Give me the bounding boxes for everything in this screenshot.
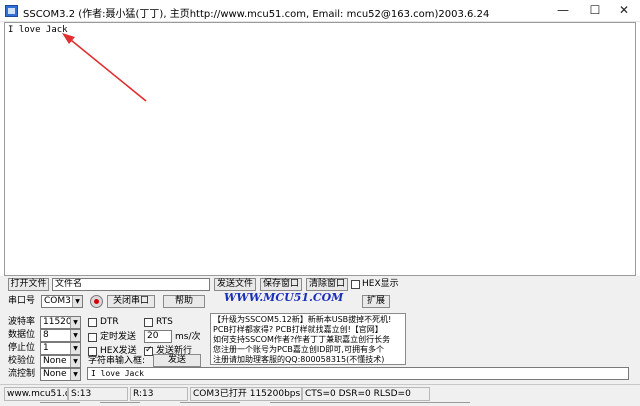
interval-input[interactable]: 20 [144, 330, 172, 343]
sscom-app-icon [5, 5, 18, 17]
stopbits-select[interactable]: 1 ▼ [40, 342, 81, 355]
databits-label: 数据位 [8, 330, 36, 340]
notice-line: PCB打样都家得? PCB打样就找嘉立创!【官网】 [213, 325, 383, 334]
close-port-button[interactable]: 关闭串口 [107, 295, 155, 308]
ghost-segment [40, 402, 80, 406]
port-select[interactable]: COM3 ▼ [41, 295, 83, 308]
received-text: I love Jack [8, 25, 68, 35]
hex-display-checkbox[interactable] [351, 280, 360, 289]
notice-line: 注册请加助理客服的QQ:800058315(不懂技术) [213, 355, 385, 364]
receive-area[interactable]: I love Jack [4, 22, 636, 276]
parity-value: None [43, 356, 67, 366]
ghost-segment [180, 402, 240, 406]
baud-label: 波特率 [8, 317, 36, 327]
parity-label: 校验位 [8, 356, 36, 366]
notice-line: 如何支持SSCOM作者?作者丁丁兼职嘉立创行长务 [213, 335, 391, 344]
flow-value: None [43, 369, 67, 379]
flow-label: 流控制 [8, 369, 36, 379]
notice-box: 【升级为SSCOM5.12新】新新本USB拔掉不死机! PCB打样都家得? PC… [210, 313, 406, 365]
open-file-button[interactable]: 打开文件 [8, 278, 49, 291]
dtr-checkbox[interactable] [88, 318, 97, 327]
chevron-down-icon: ▼ [70, 356, 80, 367]
notice-line: 您注册一个账号为PCB嘉立创ID即可,可拥有多个 [213, 345, 384, 354]
chevron-down-icon: ▼ [72, 296, 82, 307]
port-value: COM3 [44, 296, 71, 306]
dtr-label: DTR [100, 317, 119, 327]
control-panel: 打开文件 文件名 发送文件 保存窗口 清除窗口 HEX显示 串口号 COM3 ▼ … [0, 276, 640, 384]
minimize-button[interactable]: — [547, 0, 579, 22]
send-file-button[interactable]: 发送文件 [214, 278, 256, 291]
maximize-button[interactable]: ☐ [579, 0, 611, 22]
send-button[interactable]: 发送 [153, 354, 201, 367]
stopbits-value: 1 [43, 343, 49, 353]
timed-send-label: 定时发送 [100, 332, 137, 342]
hex-display-label: HEX显示 [362, 279, 399, 289]
status-port: COM3已打开 115200bps [190, 387, 302, 401]
notice-line: 【升级为SSCOM5.12新】新新本USB拔掉不死机! [213, 315, 392, 324]
chevron-down-icon: ▼ [70, 330, 80, 341]
parity-select[interactable]: None ▼ [40, 355, 81, 368]
status-received-count: R:13 [130, 387, 188, 401]
timed-send-checkbox[interactable] [88, 333, 97, 342]
help-button[interactable]: 帮助 [163, 295, 205, 308]
record-icon [90, 295, 103, 308]
status-sent-count: S:13 [68, 387, 128, 401]
status-site: www.mcu51.cor [4, 387, 68, 401]
flow-select[interactable]: None ▼ [40, 368, 81, 381]
databits-value: 8 [43, 330, 49, 340]
save-window-button[interactable]: 保存窗口 [260, 278, 302, 291]
window-title: SSCOM3.2 (作者:聂小猛(丁丁), 主页http://www.mcu51… [23, 9, 490, 20]
port-label: 串口号 [8, 296, 36, 306]
site-banner: WWW.MCU51.COM [224, 291, 344, 304]
stopbits-label: 停止位 [8, 343, 36, 353]
rts-checkbox[interactable] [144, 318, 153, 327]
expand-button[interactable]: 扩展 [362, 295, 390, 308]
interval-unit: ms/次 [175, 332, 201, 342]
close-button[interactable]: ✕ [608, 0, 640, 22]
title-bar: SSCOM3.2 (作者:聂小猛(丁丁), 主页http://www.mcu51… [0, 0, 640, 22]
clear-window-button[interactable]: 清除窗口 [306, 278, 348, 291]
status-bar: www.mcu51.cor S:13 R:13 COM3已打开 115200bp… [0, 384, 640, 406]
status-ghost-strip [40, 402, 490, 406]
chevron-down-icon: ▼ [70, 317, 80, 328]
send-input[interactable]: I love Jack [87, 367, 629, 380]
rts-label: RTS [156, 317, 173, 327]
baud-select[interactable]: 115200 ▼ [40, 316, 81, 329]
status-signals: CTS=0 DSR=0 RLSD=0 [302, 387, 430, 401]
filename-field[interactable]: 文件名 [52, 278, 210, 291]
chevron-down-icon: ▼ [70, 343, 80, 354]
ghost-segment [100, 402, 140, 406]
send-newline-checkbox[interactable] [144, 345, 153, 356]
ghost-segment [270, 402, 470, 406]
chevron-down-icon: ▼ [70, 369, 80, 380]
databits-select[interactable]: 8 ▼ [40, 329, 81, 342]
